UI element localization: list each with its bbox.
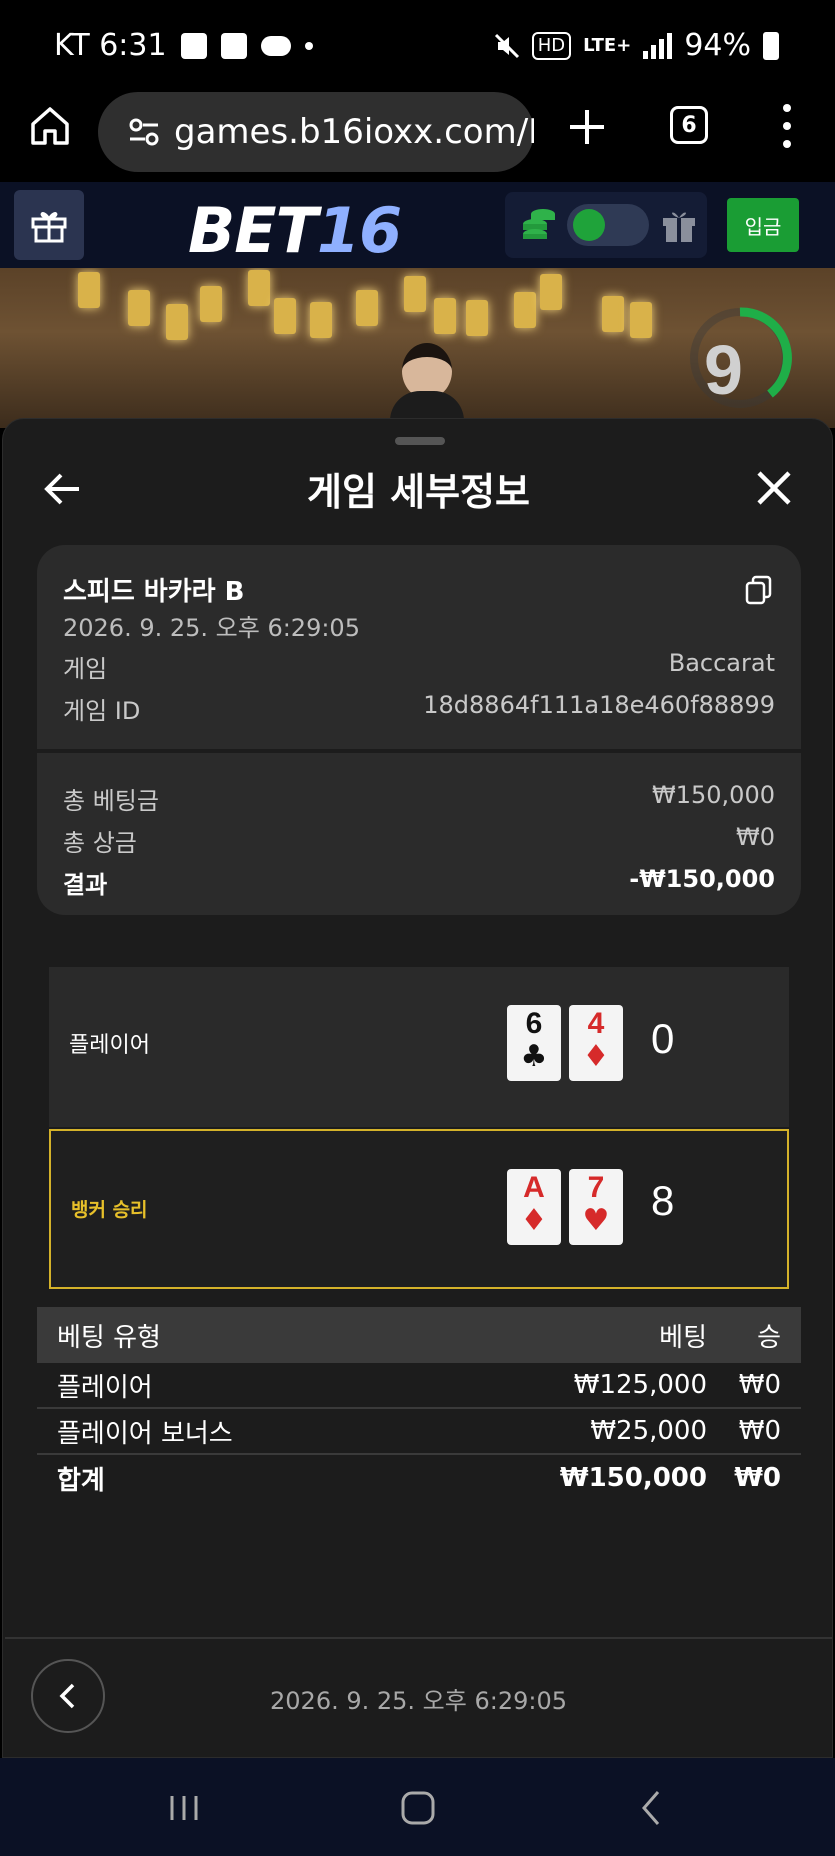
cloud-icon: [260, 35, 291, 56]
header-win: 승: [757, 1322, 781, 1353]
deposit-button[interactable]: 입금: [727, 198, 799, 252]
battery-icon: [763, 31, 779, 60]
game-datetime: 2026. 9. 25. 오후 6:29:05: [63, 614, 360, 642]
signal-icon: [643, 32, 673, 59]
dealer: [390, 343, 464, 428]
header-controls: [505, 192, 707, 258]
countdown-number: 9: [704, 331, 743, 409]
more-menu-icon[interactable]: [780, 104, 794, 148]
url-text: games.b16ioxx.com/La: [174, 112, 534, 152]
table-row: 플레이어 ₩125,000 ₩0: [37, 1363, 801, 1409]
game-detail-sheet: 게임 세부정보 스피드 바카라 B 2026. 9. 25. 오후 6:29:0…: [2, 418, 833, 1758]
home-nav-icon[interactable]: [398, 1788, 438, 1828]
banker-card-2: 7 ♥: [569, 1169, 623, 1245]
table-row: 플레이어 보너스 ₩25,000 ₩0: [37, 1409, 801, 1455]
mute-icon: [494, 33, 519, 58]
site-settings-icon[interactable]: [128, 117, 160, 147]
site-header: BET16 입금: [0, 182, 835, 268]
game-name: 스피드 바카라 B: [63, 577, 245, 607]
round-datetime: 2026. 9. 25. 오후 6:29:05: [270, 1687, 567, 1715]
sheet-drag-handle[interactable]: [395, 437, 445, 445]
image-icon: [220, 32, 247, 59]
network-type: LTE+: [583, 35, 632, 56]
player-card-2: 4 ♦: [569, 1005, 623, 1081]
notification-dot-icon: [304, 41, 313, 50]
total-bet-row: 총 베팅금 ₩150,000: [63, 781, 775, 815]
result-row: 결과 -₩150,000: [63, 865, 775, 899]
status-bar: KT 6:31 HD LTE+ 94%: [0, 0, 835, 92]
browser-toolbar: games.b16ioxx.com/La 6: [0, 92, 835, 182]
banker-card-1: A ♦: [507, 1169, 561, 1245]
coins-icon[interactable]: [519, 206, 559, 244]
carrier-time: KT 6:31: [54, 28, 167, 63]
table-header: 베팅 유형 베팅 승: [37, 1307, 801, 1363]
site-logo[interactable]: BET16: [188, 194, 402, 267]
card-divider: [37, 749, 801, 753]
header-bet: 베팅: [659, 1322, 707, 1353]
live-video-stream: 9: [0, 268, 835, 428]
balance-toggle[interactable]: [567, 204, 649, 246]
game-type-row: 게임 Baccarat: [63, 649, 775, 683]
battery-percent: 94%: [684, 28, 751, 63]
copy-icon[interactable]: [745, 575, 773, 605]
banker-score: 8: [651, 1177, 675, 1224]
system-navigation-bar: [0, 1758, 835, 1856]
total-win-row: 총 상금 ₩0: [63, 823, 775, 857]
player-hand-panel: 플레이어 6 ♣ 4 ♦ 0: [49, 967, 789, 1127]
recents-icon[interactable]: [164, 1788, 204, 1828]
footer-divider: [5, 1637, 832, 1639]
promotions-button[interactable]: [14, 190, 84, 260]
bet-breakdown-table: 베팅 유형 베팅 승 플레이어 ₩125,000 ₩0 플레이어 보너스 ₩25…: [37, 1307, 801, 1501]
banker-win-label: 뱅커 승리: [71, 1199, 148, 1221]
back-nav-icon[interactable]: [632, 1788, 672, 1828]
table-total-row: 합계 ₩150,000 ₩0: [57, 1463, 781, 1496]
gift-icon: [31, 212, 67, 243]
bonus-gift-icon[interactable]: [659, 206, 699, 244]
player-label: 플레이어: [69, 1033, 150, 1058]
game-summary-card: 스피드 바카라 B 2026. 9. 25. 오후 6:29:05 게임 Bac…: [37, 545, 801, 915]
sheet-title: 게임 세부정보: [307, 470, 530, 514]
close-icon[interactable]: [755, 469, 793, 507]
new-tab-icon[interactable]: [566, 106, 608, 148]
player-score: 0: [651, 1015, 675, 1062]
game-id-row: 게임 ID 18d8864f111a18e460f88899: [63, 691, 775, 725]
player-card-1: 6 ♣: [507, 1005, 561, 1081]
hd-icon: HD: [531, 31, 572, 60]
address-bar[interactable]: games.b16ioxx.com/La: [98, 92, 534, 172]
toggle-knob: [573, 209, 605, 241]
tab-switcher-button[interactable]: 6: [670, 106, 708, 144]
app-b-icon: [180, 32, 207, 59]
home-icon[interactable]: [28, 104, 72, 148]
header-bet-type: 베팅 유형: [57, 1322, 161, 1353]
banker-hand-panel: 뱅커 승리 A ♦ 7 ♥ 8: [49, 1129, 789, 1289]
